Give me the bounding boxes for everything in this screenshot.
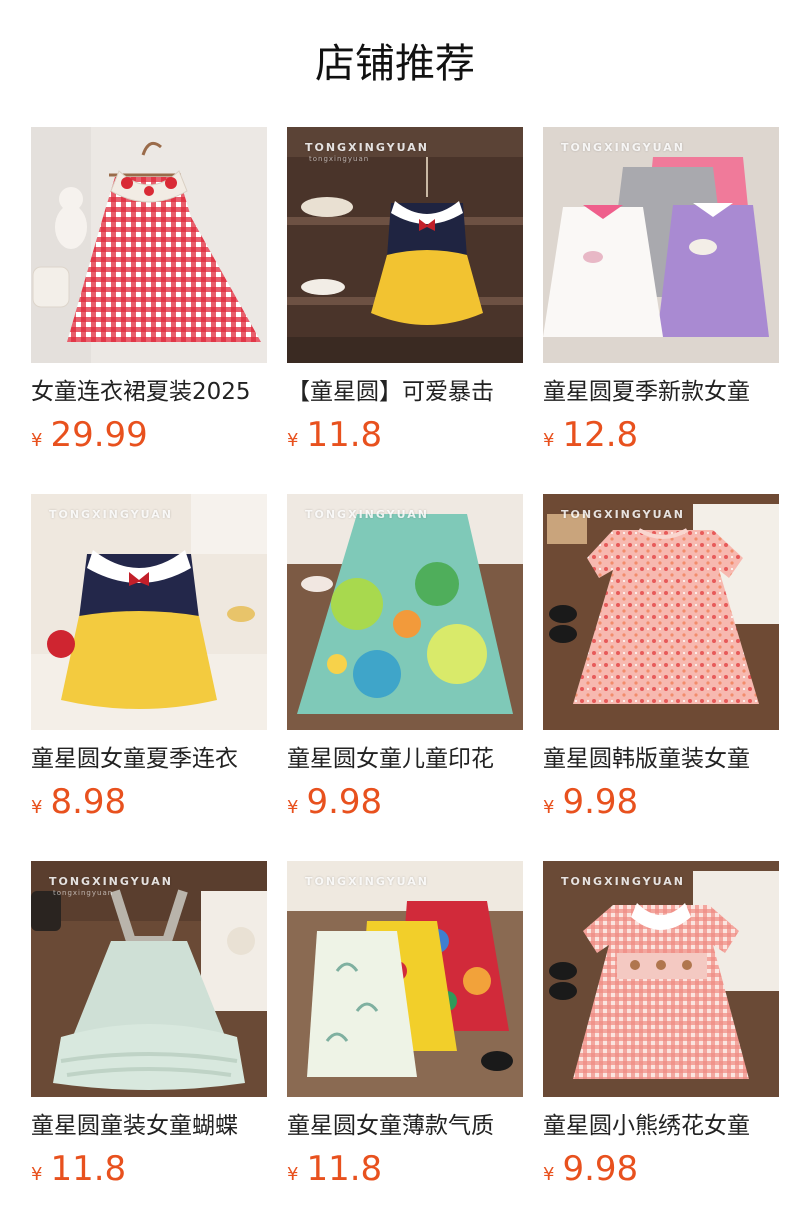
product-price: ¥ 11.8 bbox=[287, 416, 523, 454]
price-value: 11.8 bbox=[50, 1149, 127, 1189]
product-title[interactable]: 童星圆童装女童蝴蝶 bbox=[31, 1110, 267, 1142]
product-image[interactable]: TONGXINGYUAN bbox=[543, 494, 779, 730]
currency-symbol: ¥ bbox=[31, 797, 43, 818]
watermark: TONGXINGYUAN bbox=[561, 508, 685, 521]
currency-symbol: ¥ bbox=[287, 797, 299, 818]
product-image[interactable]: TONGXINGYUAN tongxingyuan bbox=[287, 127, 523, 363]
watermark: TONGXINGYUAN bbox=[49, 875, 173, 888]
price-value: 29.99 bbox=[50, 415, 148, 455]
product-title[interactable]: 童星圆女童薄款气质 bbox=[287, 1110, 523, 1142]
watermark: TONGXINGYUAN bbox=[561, 141, 685, 154]
watermark-sub: tongxingyuan bbox=[53, 889, 114, 897]
product-price: ¥ 11.8 bbox=[287, 1150, 523, 1188]
currency-symbol: ¥ bbox=[287, 1164, 299, 1185]
product-image[interactable]: TONGXINGYUAN bbox=[287, 494, 523, 730]
product-title[interactable]: 童星圆女童儿童印花 bbox=[287, 743, 523, 775]
price-value: 9.98 bbox=[562, 1149, 639, 1189]
product-title[interactable]: 童星圆小熊绣花女童 bbox=[543, 1110, 779, 1142]
product-card[interactable]: 女童连衣裙夏装2025 ¥ 29.99 bbox=[31, 127, 267, 494]
watermark: TONGXINGYUAN bbox=[305, 508, 429, 521]
product-card[interactable]: TONGXINGYUAN 童星圆女童儿童印花 ¥ 9.98 bbox=[287, 494, 523, 861]
product-photo-pink-check bbox=[543, 861, 779, 1097]
price-value: 9.98 bbox=[562, 782, 639, 822]
price-value: 11.8 bbox=[306, 1149, 383, 1189]
watermark: TONGXINGYUAN bbox=[561, 875, 685, 888]
product-image[interactable]: TONGXINGYUAN bbox=[31, 494, 267, 730]
product-card[interactable]: TONGXINGYUAN tongxingyuan 【童星圆】可爱暴击 ¥ 11… bbox=[287, 127, 523, 494]
price-value: 8.98 bbox=[50, 782, 127, 822]
product-title[interactable]: 童星圆夏季新款女童 bbox=[543, 376, 779, 408]
watermark: TONGXINGYUAN bbox=[49, 508, 173, 521]
product-photo-red-gingham bbox=[31, 127, 267, 363]
price-value: 9.98 bbox=[306, 782, 383, 822]
product-card[interactable]: TONGXINGYUAN 童星圆女童薄款气质 ¥ 11.8 bbox=[287, 861, 523, 1228]
product-image[interactable] bbox=[31, 127, 267, 363]
watermark: TONGXINGYUAN bbox=[305, 875, 429, 888]
watermark-sub: tongxingyuan bbox=[309, 155, 370, 163]
product-image[interactable]: TONGXINGYUAN bbox=[543, 861, 779, 1097]
product-card[interactable]: TONGXINGYUAN 童星圆小熊绣花女童 ¥ 9.98 bbox=[543, 861, 779, 1228]
product-card[interactable]: TONGXINGYUAN 童星圆女童夏季连衣 ¥ 8.98 bbox=[31, 494, 267, 861]
product-price: ¥ 9.98 bbox=[543, 783, 779, 821]
product-photo-polo-dresses bbox=[543, 127, 779, 363]
product-title[interactable]: 童星圆女童夏季连衣 bbox=[31, 743, 267, 775]
product-photo-pink-floral bbox=[543, 494, 779, 730]
product-price: ¥ 12.8 bbox=[543, 416, 779, 454]
product-photo-cheongsam bbox=[287, 861, 523, 1097]
product-price: ¥ 9.98 bbox=[287, 783, 523, 821]
product-image[interactable]: TONGXINGYUAN bbox=[543, 127, 779, 363]
currency-symbol: ¥ bbox=[543, 430, 555, 451]
currency-symbol: ¥ bbox=[287, 430, 299, 451]
product-title[interactable]: 女童连衣裙夏装2025 bbox=[31, 376, 267, 408]
product-card[interactable]: TONGXINGYUAN tongxingyuan 童星圆童装女童蝴蝶 ¥ 11… bbox=[31, 861, 267, 1228]
product-photo-green-print bbox=[287, 494, 523, 730]
currency-symbol: ¥ bbox=[543, 797, 555, 818]
currency-symbol: ¥ bbox=[31, 430, 43, 451]
currency-symbol: ¥ bbox=[31, 1164, 43, 1185]
product-price: ¥ 11.8 bbox=[31, 1150, 267, 1188]
product-price: ¥ 8.98 bbox=[31, 783, 267, 821]
price-value: 11.8 bbox=[306, 415, 383, 455]
product-image[interactable]: TONGXINGYUAN bbox=[287, 861, 523, 1097]
product-card[interactable]: TONGXINGYUAN 童星圆韩版童装女童 ¥ 9.98 bbox=[543, 494, 779, 861]
product-photo-princess-worn bbox=[31, 494, 267, 730]
product-image[interactable]: TONGXINGYUAN tongxingyuan bbox=[31, 861, 267, 1097]
currency-symbol: ¥ bbox=[543, 1164, 555, 1185]
watermark: TONGXINGYUAN bbox=[305, 141, 429, 154]
product-title[interactable]: 【童星圆】可爱暴击 bbox=[287, 376, 523, 408]
price-value: 12.8 bbox=[562, 415, 639, 455]
product-card[interactable]: TONGXINGYUAN 童星圆夏季新款女童 ¥ 12.8 bbox=[543, 127, 779, 494]
product-price: ¥ 29.99 bbox=[31, 416, 267, 454]
section-title: 店铺推荐 bbox=[315, 41, 475, 87]
product-title[interactable]: 童星圆韩版童装女童 bbox=[543, 743, 779, 775]
product-price: ¥ 9.98 bbox=[543, 1150, 779, 1188]
product-grid: 女童连衣裙夏装2025 ¥ 29.99 TONGXINGYUAN tongxin… bbox=[31, 127, 779, 1228]
